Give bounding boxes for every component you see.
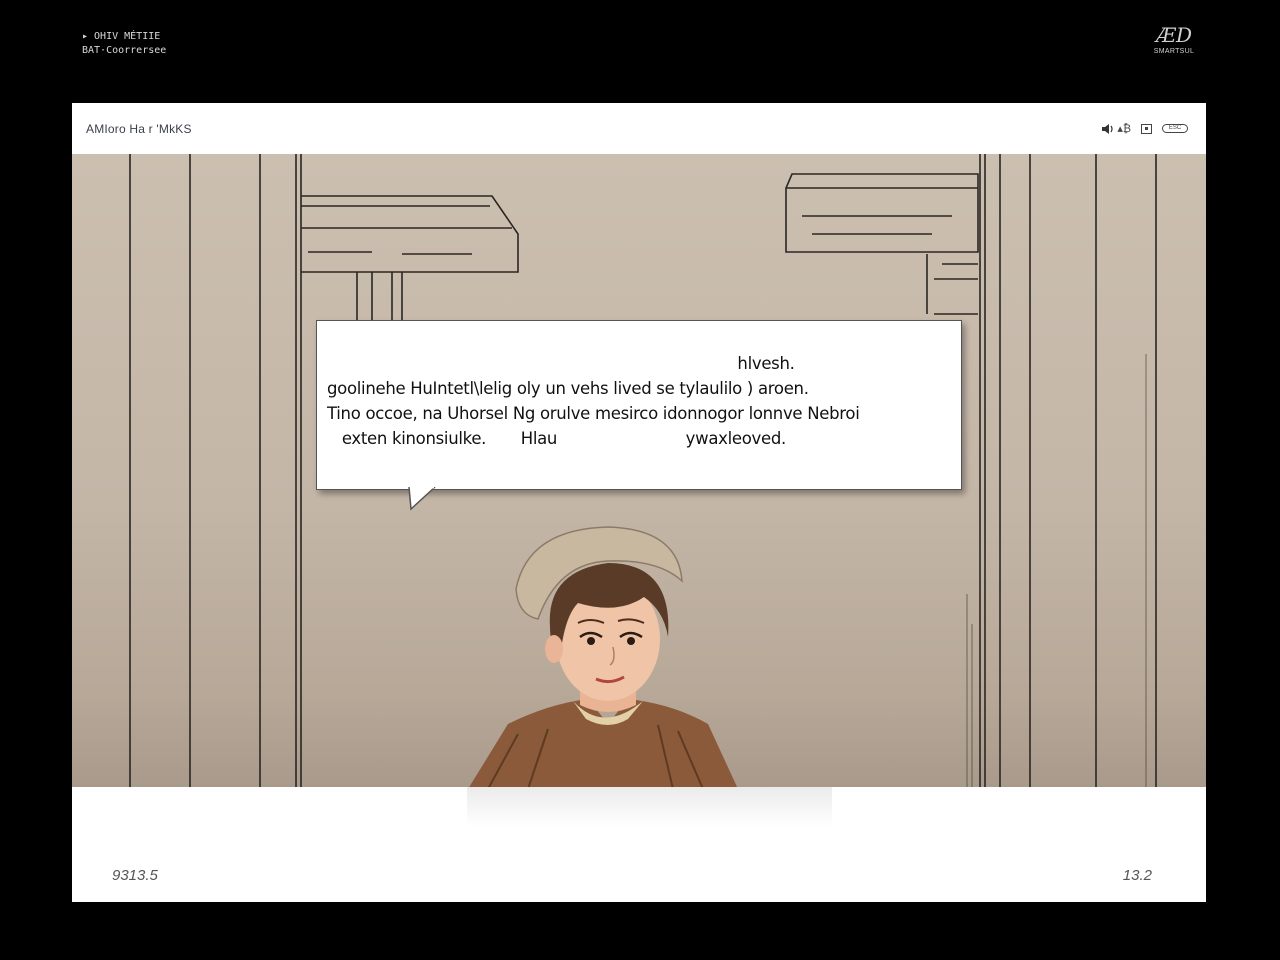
volume-label: ▴₿ xyxy=(1117,123,1131,135)
studio-logo: ÆD SMARTSUL xyxy=(1144,24,1204,55)
game-scene[interactable]: hlvesh. goolinehe HuIntetl\lelig oly un … xyxy=(72,154,1206,787)
speech-bubble-tail xyxy=(408,487,436,511)
portrait-shadow xyxy=(467,787,832,827)
game-title: AMIoro Ha r 'MkKS xyxy=(86,121,192,136)
volume-button[interactable]: ▴₿ xyxy=(1101,122,1131,135)
escape-menu-button[interactable]: ESC xyxy=(1162,124,1188,133)
volume-icon xyxy=(1102,123,1113,134)
status-left-value: 9313.5 xyxy=(112,867,158,884)
character-portrait xyxy=(469,526,738,787)
game-window: AMIoro Ha r 'MkKS ▴₿ ESC hlvesh. gooline… xyxy=(72,103,1206,902)
window-controls: ▴₿ ESC xyxy=(1101,122,1188,135)
window-icon xyxy=(1141,123,1152,134)
dialogue-text: hlvesh. goolinehe HuIntetl\lelig oly un … xyxy=(327,354,860,448)
top-left-caption-line2: BAT·Coorrersee xyxy=(82,45,167,56)
studio-logo-caption: SMARTSUL xyxy=(1153,48,1195,55)
escape-label: ESC xyxy=(1162,124,1188,133)
studio-logo-mark: ÆD xyxy=(1155,23,1193,47)
status-bar: 9313.5 13.2 xyxy=(72,787,1206,902)
status-right-value: 13.2 xyxy=(1122,867,1152,884)
top-left-caption-line1: ▸ OHIV MÉTIIE xyxy=(82,31,161,42)
window-toggle-button[interactable] xyxy=(1141,123,1152,134)
top-left-caption: ▸ OHIV MÉTIIE BAT·Coorrersee xyxy=(82,30,166,58)
speech-bubble[interactable]: hlvesh. goolinehe HuIntetl\lelig oly un … xyxy=(316,320,962,511)
title-bar: AMIoro Ha r 'MkKS ▴₿ ESC xyxy=(72,103,1206,154)
